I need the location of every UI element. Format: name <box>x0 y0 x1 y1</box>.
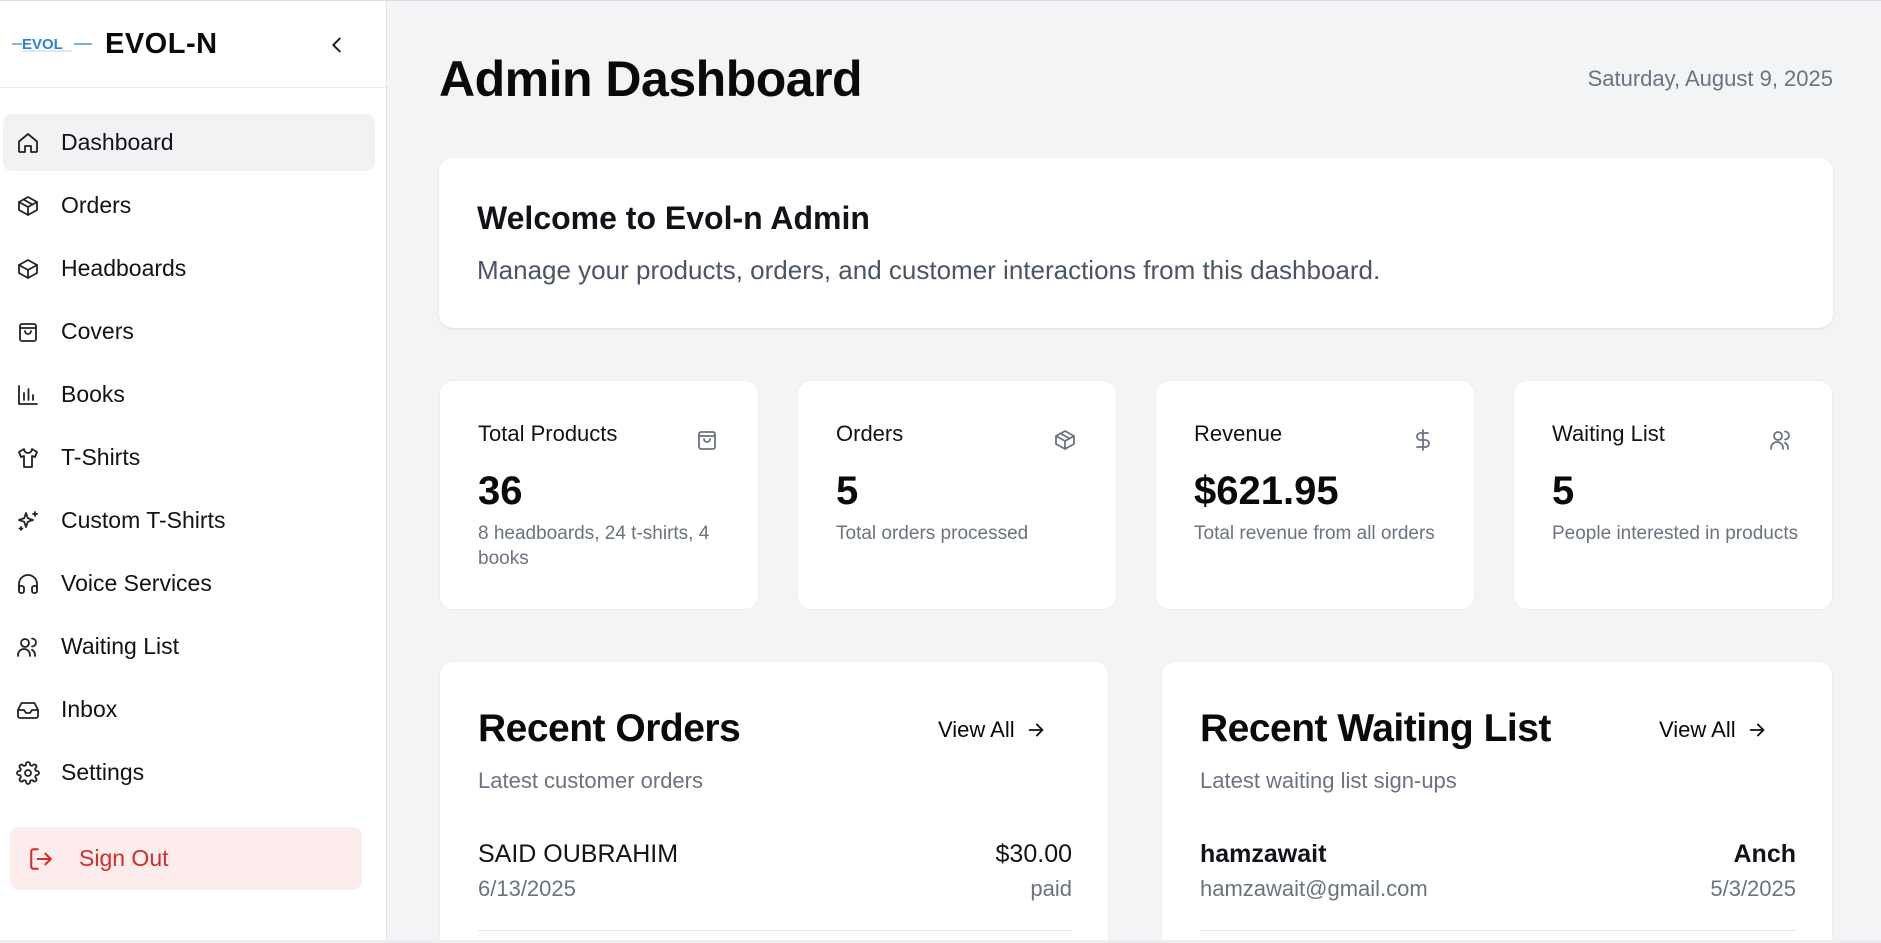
bar-chart-icon <box>16 383 40 407</box>
view-all-waiting-link[interactable]: View All <box>1659 717 1768 743</box>
panel-subtitle: Latest customer orders <box>478 768 703 793</box>
sidebar-item-custom-tshirts[interactable]: Custom T-Shirts <box>3 492 375 549</box>
svg-text:EVOL: EVOL <box>22 36 63 53</box>
sidebar-item-label: Custom T-Shirts <box>61 507 226 533</box>
dollar-icon <box>1410 427 1436 453</box>
collapse-sidebar-button[interactable] <box>322 30 352 60</box>
stat-title: Total Products <box>478 421 618 446</box>
stat-description: People interested in products <box>1552 523 1799 544</box>
recent-waiting-list-panel: Recent Waiting List View All Latest wait… <box>1161 661 1833 943</box>
package-icon <box>16 194 40 218</box>
stat-card-waiting-list: Waiting List 5 People interested in prod… <box>1513 380 1833 610</box>
welcome-subtitle: Manage your products, orders, and custom… <box>477 255 1381 285</box>
welcome-title: Welcome to Evol-n Admin <box>477 200 870 236</box>
inbox-icon <box>16 698 40 722</box>
settings-icon <box>16 761 40 785</box>
chevron-left-icon <box>332 37 341 53</box>
brand-name: EVOL-N <box>105 27 218 60</box>
waiting-product: Anch <box>1733 840 1797 868</box>
order-status: paid <box>1030 876 1072 901</box>
recent-orders-panel: Recent Orders View All Latest customer o… <box>439 661 1109 943</box>
home-icon <box>16 131 40 155</box>
sidebar-item-label: Waiting List <box>61 633 180 659</box>
view-all-label: View All <box>938 717 1015 742</box>
order-customer-name: SAID OUBRAHIM <box>478 840 679 868</box>
row-divider <box>478 930 1072 931</box>
panel-title: Recent Waiting List <box>1200 707 1551 750</box>
waiting-user-name: hamzawait <box>1200 840 1327 868</box>
stat-card-orders: Orders 5 Total orders processed <box>797 380 1117 610</box>
sparkles-icon <box>16 509 40 533</box>
sidebar-item-label: Headboards <box>61 255 187 281</box>
brand-logo: EVOL <box>12 34 92 54</box>
sidebar-item-label: Voice Services <box>61 570 212 596</box>
stat-description: Total orders processed <box>836 523 1029 544</box>
sidebar-item-orders[interactable]: Orders <box>3 177 375 234</box>
sidebar: EVOL EVOL-N Dashboard Orders Headboards … <box>0 1 387 940</box>
waiting-date: 5/3/2025 <box>1710 876 1796 901</box>
brand-header: EVOL EVOL-N <box>0 1 386 88</box>
sidebar-item-headboards[interactable]: Headboards <box>3 240 375 297</box>
sidebar-item-covers[interactable]: Covers <box>3 303 375 360</box>
logout-icon <box>28 846 54 872</box>
sidebar-item-label: Settings <box>61 759 145 785</box>
sidebar-item-label: Orders <box>61 192 132 218</box>
stat-title: Orders <box>836 421 904 446</box>
package-icon <box>1052 427 1078 453</box>
stat-description: 8 headboards, 24 t-shirts, 4 books <box>478 523 710 569</box>
order-amount: $30.00 <box>995 840 1072 868</box>
stat-value: $621.95 <box>1194 469 1339 513</box>
arrow-right-icon <box>1028 723 1043 737</box>
headphones-icon <box>16 572 40 596</box>
sign-out-label: Sign Out <box>79 845 169 871</box>
sidebar-item-label: Inbox <box>61 696 118 722</box>
sidebar-item-books[interactable]: Books <box>3 366 375 423</box>
welcome-card: Welcome to Evol-n Admin Manage your prod… <box>439 158 1833 328</box>
shirt-icon <box>16 446 40 470</box>
sign-out-button[interactable]: Sign Out <box>10 827 362 890</box>
shopping-bag-icon <box>16 320 40 344</box>
view-all-orders-link[interactable]: View All <box>938 717 1047 743</box>
stat-value: 5 <box>1552 469 1575 513</box>
box-icon <box>16 257 40 281</box>
sidebar-item-waiting-list[interactable]: Waiting List <box>3 618 375 675</box>
sidebar-nav: Dashboard Orders Headboards Covers Books <box>0 88 386 801</box>
panel-title: Recent Orders <box>478 707 741 750</box>
sidebar-item-dashboard[interactable]: Dashboard <box>3 114 375 171</box>
sidebar-item-inbox[interactable]: Inbox <box>3 681 375 738</box>
view-all-label: View All <box>1659 717 1736 742</box>
stat-value: 5 <box>836 469 859 513</box>
row-divider <box>1200 930 1796 931</box>
users-icon <box>16 635 40 659</box>
stat-value: 36 <box>478 469 523 513</box>
sidebar-item-label: T-Shirts <box>61 444 141 470</box>
sidebar-item-label: Dashboard <box>61 129 174 155</box>
stat-title: Revenue <box>1194 421 1283 446</box>
sidebar-item-voice-services[interactable]: Voice Services <box>3 555 375 612</box>
stat-title: Waiting List <box>1552 421 1665 446</box>
current-date: Saturday, August 9, 2025 <box>1587 66 1833 91</box>
waiting-user-email: hamzawait@gmail.com <box>1200 876 1428 901</box>
panel-subtitle: Latest waiting list sign-ups <box>1200 768 1457 793</box>
order-date: 6/13/2025 <box>478 876 576 901</box>
page-title: Admin Dashboard <box>439 51 863 107</box>
sidebar-item-label: Books <box>61 381 125 407</box>
stat-description: Total revenue from all orders <box>1194 523 1435 544</box>
shopping-bag-icon <box>694 427 720 453</box>
arrow-right-icon <box>1749 723 1764 737</box>
stat-card-total-products: Total Products 36 8 headboards, 24 t-shi… <box>439 380 759 610</box>
sidebar-item-label: Covers <box>61 318 134 344</box>
stat-card-revenue: Revenue $621.95 Total revenue from all o… <box>1155 380 1475 610</box>
sidebar-item-settings[interactable]: Settings <box>3 744 375 801</box>
sidebar-item-tshirts[interactable]: T-Shirts <box>3 429 375 486</box>
users-icon <box>1768 427 1794 453</box>
